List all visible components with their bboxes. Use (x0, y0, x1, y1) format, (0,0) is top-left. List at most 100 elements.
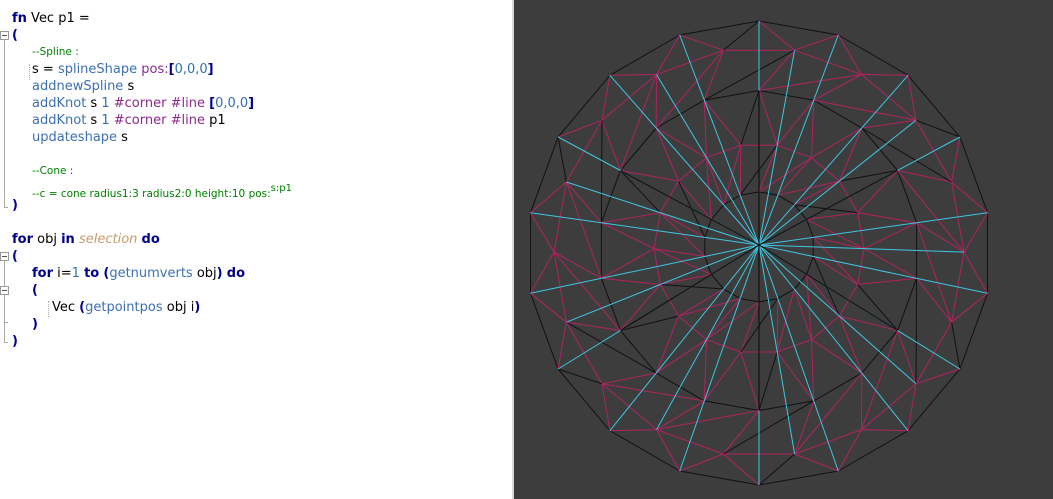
mesh-edge (907, 74, 961, 138)
mesh-edge (758, 145, 778, 193)
code-token: --Cone : (32, 165, 74, 177)
fold-toggle-for[interactable] (0, 252, 9, 261)
fold-toggle-inner[interactable] (0, 286, 9, 295)
mesh-edge (620, 244, 760, 332)
mesh-edge (776, 298, 779, 353)
code-token: 0,0,0 (174, 62, 208, 77)
fold-end-fn (4, 207, 8, 208)
mesh-edge (758, 244, 917, 385)
mesh-edge (838, 127, 863, 182)
code-token: ] (248, 96, 255, 111)
code-line: for obj in selection do (12, 231, 160, 248)
mesh-edge (600, 120, 603, 223)
code-token: do (226, 266, 246, 281)
code-token: i= (53, 266, 72, 281)
mesh-edge (758, 49, 795, 91)
code-token: addnewSpline (32, 79, 124, 94)
code-token: s:p1 (270, 183, 292, 194)
mesh-edge (601, 75, 611, 121)
mesh-edge (838, 315, 863, 374)
code-token: getpointpos (85, 300, 163, 315)
code-token: ] (207, 62, 214, 77)
code-line: ) (12, 333, 18, 350)
mesh-edge (565, 181, 602, 279)
mesh-edge (963, 212, 988, 253)
mesh-edge (740, 90, 760, 146)
code-token: for (32, 266, 53, 281)
mesh-edge (553, 251, 621, 331)
mesh-edge (530, 212, 555, 253)
code-line: for i=1 to (getnumverts obj) do (32, 265, 245, 282)
mesh-edge (530, 251, 555, 294)
3d-viewport[interactable] (514, 0, 1053, 499)
mesh-edge (601, 383, 611, 431)
mesh-edge (758, 351, 778, 411)
mesh-edge (703, 99, 742, 146)
fold-guide-inner (4, 295, 5, 323)
mesh-edge (811, 127, 863, 159)
mesh-edge (838, 34, 909, 76)
mesh-edge (907, 75, 917, 121)
code-token: ) (194, 300, 201, 315)
mesh-edge (704, 400, 760, 411)
code-token: s (117, 130, 128, 145)
code-line: ( (12, 248, 18, 265)
mesh-edge (723, 20, 760, 51)
code-line: updateshape s (32, 129, 128, 146)
mesh-edge (916, 222, 965, 253)
mesh-edge (553, 251, 602, 279)
fold-end-inner (4, 322, 8, 323)
mesh-edge (806, 212, 858, 220)
fold-toggle-fn[interactable] (0, 31, 9, 40)
mesh-edge (703, 100, 707, 158)
mesh-edge (813, 99, 917, 121)
code-token: 1 (101, 113, 110, 128)
mesh-edge (897, 278, 918, 331)
mesh-edge (861, 429, 909, 432)
code-token: --c = cone radius1:3 radius2:0 height:10… (32, 188, 271, 200)
code-line: Vec (getpointpos obj i) (52, 299, 200, 316)
code-token: selection (78, 232, 138, 247)
mesh-edge (811, 339, 815, 401)
mesh-edge (656, 34, 681, 75)
mesh-edge (794, 180, 840, 206)
mesh-edge (609, 430, 680, 472)
mesh-edge (655, 127, 707, 159)
code-token: updateshape (32, 130, 118, 145)
mesh-edge (679, 470, 760, 486)
code-line: fn Vec p1 = (12, 10, 90, 27)
code-token: to (84, 266, 100, 281)
code-token: #line (170, 113, 205, 128)
code-token: ) (12, 198, 18, 213)
mesh-edge (620, 284, 661, 331)
code-line: --c = cone radius1:3 radius2:0 height:10… (32, 180, 292, 200)
mesh-edge (897, 170, 965, 253)
code-token: obj (192, 266, 217, 281)
code-line: addKnot s 1 #corner #line [0,0,0] (32, 95, 254, 112)
code-token: obj (33, 232, 62, 247)
script-editor[interactable]: fn Vec p1 =(--Spline :s = splineShape po… (0, 0, 512, 499)
code-token: splineShape (57, 62, 138, 77)
mesh-edge (838, 430, 909, 472)
code-token: ) (32, 317, 38, 332)
fold-guide-fn (4, 40, 5, 208)
mesh-edge (530, 244, 760, 294)
mesh-edge (857, 277, 917, 285)
mesh-edge (861, 74, 909, 76)
code-token: --Spline : (32, 46, 79, 58)
mesh-edge (655, 339, 707, 374)
mesh-edge (897, 170, 918, 223)
indent-guide (48, 301, 49, 317)
mesh-edge (811, 100, 815, 158)
mesh-edge (915, 278, 918, 384)
mesh-edge (620, 330, 657, 374)
code-token: #line (170, 96, 205, 111)
mesh-edge (655, 127, 680, 182)
code-token: 0,0,0 (215, 96, 249, 111)
code-token: #corner (113, 113, 167, 128)
code-line: addKnot s 1 #corner #line p1 (32, 112, 226, 129)
mesh-edge (609, 34, 680, 76)
mesh-edge (601, 212, 661, 224)
mesh-edge (758, 453, 795, 486)
mesh-edge (739, 145, 742, 196)
